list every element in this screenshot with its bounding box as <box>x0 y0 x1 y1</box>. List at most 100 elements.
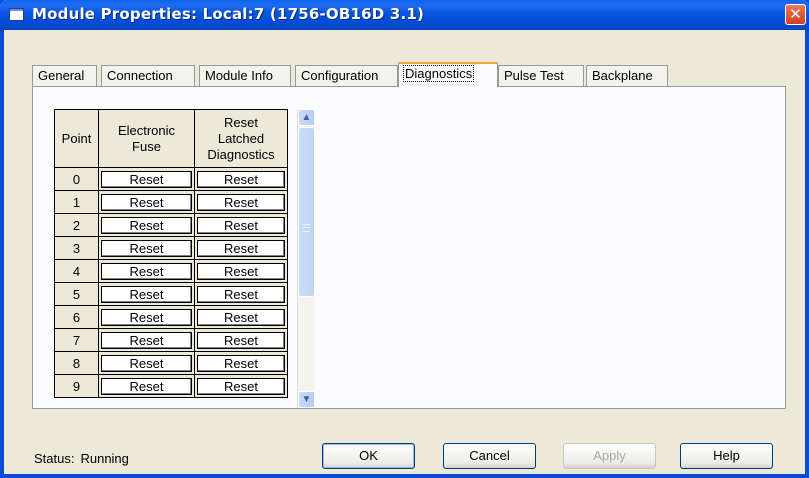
status-line: Status: Running <box>34 451 129 466</box>
table-row: 2 Reset Reset <box>54 213 288 237</box>
scroll-thumb[interactable] <box>298 127 315 297</box>
reset-fuse-button[interactable]: Reset <box>101 354 192 372</box>
apply-button[interactable]: Apply <box>563 443 656 469</box>
reset-latched-button[interactable]: Reset <box>197 285 285 303</box>
reset-fuse-button[interactable]: Reset <box>101 170 192 188</box>
point-cell: 9 <box>54 374 99 398</box>
col-header-line: Reset <box>224 114 258 130</box>
fuse-cell: Reset <box>98 282 195 306</box>
point-cell: 4 <box>54 259 99 283</box>
table-row: 1 Reset Reset <box>54 190 288 214</box>
col-header-line: Electronic <box>117 122 176 138</box>
point-cell: 3 <box>54 236 99 260</box>
tab-label: General <box>38 68 85 83</box>
tab-label: Diagnostics <box>402 65 475 82</box>
fuse-cell: Reset <box>98 374 195 398</box>
scroll-up-arrow-icon[interactable]: ▲ <box>298 109 315 126</box>
reset-latched-button[interactable]: Reset <box>197 308 285 326</box>
col-header-electronic-fuse: Electronic Fuse <box>98 109 195 168</box>
latched-cell: Reset <box>194 351 288 375</box>
point-cell: 1 <box>54 190 99 214</box>
table-row: 7 Reset Reset <box>54 328 288 352</box>
reset-latched-button[interactable]: Reset <box>197 354 285 372</box>
tab-connection[interactable]: Connection <box>101 65 195 86</box>
latched-cell: Reset <box>194 374 288 398</box>
table-row: 4 Reset Reset <box>54 259 288 283</box>
col-header-label: Point <box>61 130 92 146</box>
tab-backplane[interactable]: Backplane <box>586 65 668 86</box>
fuse-cell: Reset <box>98 167 195 191</box>
col-header-line: Fuse <box>132 138 161 154</box>
fuse-cell: Reset <box>98 328 195 352</box>
tab-label: Backplane <box>592 68 653 83</box>
col-header-point: Point <box>54 109 99 168</box>
point-cell: 2 <box>54 213 99 237</box>
reset-latched-button[interactable]: Reset <box>197 193 285 211</box>
col-header-line: Diagnostics <box>207 146 275 162</box>
point-cell: 7 <box>54 328 99 352</box>
latched-cell: Reset <box>194 167 288 191</box>
reset-latched-button[interactable]: Reset <box>197 239 285 257</box>
title-bar[interactable]: Module Properties: Local:7 (1756-OB16D 3… <box>0 0 809 30</box>
tab-general[interactable]: General <box>32 65 97 86</box>
table-row: 8 Reset Reset <box>54 351 288 375</box>
window-title: Module Properties: Local:7 (1756-OB16D 3… <box>32 5 425 23</box>
reset-latched-button[interactable]: Reset <box>197 262 285 280</box>
point-cell: 8 <box>54 351 99 375</box>
latched-cell: Reset <box>194 190 288 214</box>
reset-latched-button[interactable]: Reset <box>197 377 285 395</box>
point-cell: 5 <box>54 282 99 306</box>
window-icon <box>9 8 24 21</box>
scroll-grip-icon <box>303 224 310 232</box>
tab-pulse-test[interactable]: Pulse Test <box>498 65 584 86</box>
latched-cell: Reset <box>194 282 288 306</box>
reset-fuse-button[interactable]: Reset <box>101 239 192 257</box>
reset-fuse-button[interactable]: Reset <box>101 193 192 211</box>
fuse-cell: Reset <box>98 259 195 283</box>
reset-fuse-button[interactable]: Reset <box>101 331 192 349</box>
fuse-cell: Reset <box>98 351 195 375</box>
fuse-cell: Reset <box>98 236 195 260</box>
reset-fuse-button[interactable]: Reset <box>101 285 192 303</box>
reset-latched-button[interactable]: Reset <box>197 216 285 234</box>
status-value: Running <box>80 451 129 466</box>
fuse-cell: Reset <box>98 190 195 214</box>
table-row: 3 Reset Reset <box>54 236 288 260</box>
latched-cell: Reset <box>194 213 288 237</box>
tab-diagnostics[interactable]: Diagnostics <box>398 62 498 87</box>
table-row: 0 Reset Reset <box>54 167 288 191</box>
tab-module-info[interactable]: Module Info <box>199 65 291 86</box>
grid-vertical-scrollbar[interactable]: ▲ ▼ <box>297 109 315 408</box>
tab-configuration[interactable]: Configuration <box>295 65 398 86</box>
tab-label: Connection <box>107 68 173 83</box>
point-cell: 0 <box>54 167 99 191</box>
reset-fuse-button[interactable]: Reset <box>101 216 192 234</box>
col-header-line: Latched <box>217 130 265 146</box>
table-row: 6 Reset Reset <box>54 305 288 329</box>
scroll-down-arrow-icon[interactable]: ▼ <box>298 391 315 408</box>
latched-cell: Reset <box>194 305 288 329</box>
latched-cell: Reset <box>194 236 288 260</box>
table-row: 9 Reset Reset <box>54 374 288 398</box>
cancel-button[interactable]: Cancel <box>443 443 536 469</box>
reset-fuse-button[interactable]: Reset <box>101 262 192 280</box>
tab-label: Pulse Test <box>504 68 564 83</box>
reset-fuse-button[interactable]: Reset <box>101 308 192 326</box>
status-label: Status: <box>34 451 75 466</box>
reset-latched-button[interactable]: Reset <box>197 170 285 188</box>
tab-label: Configuration <box>301 68 379 83</box>
fuse-cell: Reset <box>98 305 195 329</box>
reset-latched-button[interactable]: Reset <box>197 331 285 349</box>
fuse-cell: Reset <box>98 213 195 237</box>
point-cell: 6 <box>54 305 99 329</box>
col-header-reset-latched-diagnostics: Reset Latched Diagnostics <box>194 109 288 168</box>
reset-fuse-button[interactable]: Reset <box>101 377 192 395</box>
diagnostics-grid: Point Electronic Fuse Reset Latched Diag… <box>54 109 288 398</box>
tab-label: Module Info <box>205 68 273 83</box>
close-button[interactable]: ✕ <box>785 4 806 25</box>
ok-button[interactable]: OK <box>322 443 415 469</box>
latched-cell: Reset <box>194 259 288 283</box>
table-row: 5 Reset Reset <box>54 282 288 306</box>
help-button[interactable]: Help <box>680 443 773 469</box>
latched-cell: Reset <box>194 328 288 352</box>
